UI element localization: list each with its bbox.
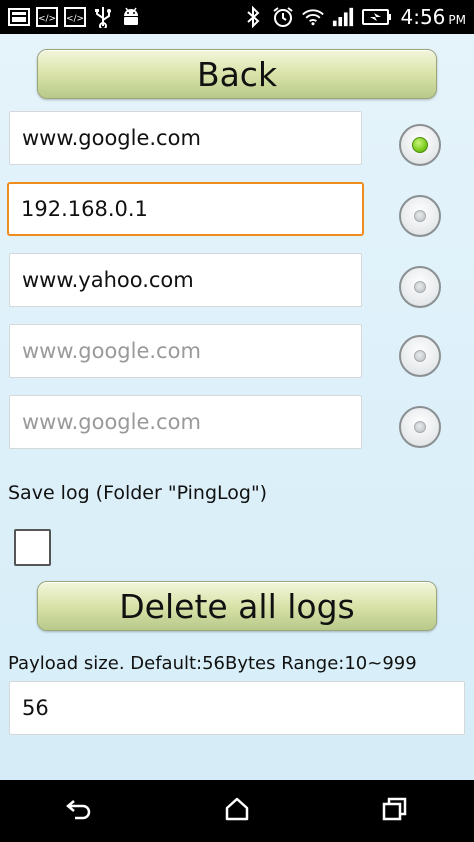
svg-text:</>: </> bbox=[38, 14, 56, 24]
gallery-icon bbox=[8, 6, 30, 28]
back-button[interactable]: Back bbox=[37, 49, 437, 99]
host-radio-2[interactable] bbox=[399, 195, 441, 237]
radio-dot bbox=[412, 137, 428, 153]
svg-text:</>: </> bbox=[66, 14, 84, 24]
host-radio-4[interactable] bbox=[399, 335, 441, 377]
payload-size-label: Payload size. Default:56Bytes Range:10~9… bbox=[8, 653, 417, 674]
home-icon bbox=[224, 797, 250, 825]
host-input-1[interactable] bbox=[9, 111, 362, 165]
usb-icon bbox=[92, 6, 114, 28]
host-input-5[interactable] bbox=[9, 395, 362, 449]
recents-icon bbox=[382, 797, 408, 825]
back-icon bbox=[65, 798, 93, 824]
status-ampm: PM bbox=[448, 13, 466, 27]
save-log-label: Save log (Folder "PingLog") bbox=[8, 482, 268, 504]
host-radio-3[interactable] bbox=[399, 266, 441, 308]
bluetooth-icon bbox=[242, 6, 264, 28]
navigation-bar bbox=[0, 780, 474, 842]
host-input-3[interactable] bbox=[9, 253, 362, 307]
radio-dot bbox=[414, 421, 426, 433]
status-time: 4:56 bbox=[400, 5, 446, 29]
radio-dot bbox=[414, 210, 426, 222]
wifi-icon bbox=[302, 6, 325, 28]
host-radio-1[interactable] bbox=[399, 124, 441, 166]
nav-back-button[interactable] bbox=[49, 786, 109, 836]
nav-home-button[interactable] bbox=[207, 786, 267, 836]
status-system: 4:56 PM bbox=[242, 5, 466, 29]
android-icon bbox=[120, 6, 142, 28]
host-radio-5[interactable] bbox=[399, 406, 441, 448]
alarm-icon bbox=[272, 6, 294, 28]
signal-icon bbox=[332, 6, 354, 28]
host-input-4[interactable] bbox=[9, 324, 362, 378]
host-input-2[interactable] bbox=[7, 182, 364, 236]
payload-size-input[interactable] bbox=[9, 681, 465, 735]
code-icon: </> bbox=[36, 6, 58, 28]
status-notifications: </> </> bbox=[8, 6, 142, 28]
battery-charging-icon bbox=[362, 6, 392, 28]
delete-all-logs-button[interactable]: Delete all logs bbox=[37, 581, 437, 631]
status-bar: </> </> 4:56 PM bbox=[0, 0, 474, 34]
save-log-checkbox[interactable] bbox=[14, 529, 51, 566]
radio-dot bbox=[414, 350, 426, 362]
nav-recents-button[interactable] bbox=[365, 786, 425, 836]
code-icon: </> bbox=[64, 6, 86, 28]
radio-dot bbox=[414, 281, 426, 293]
status-clock: 4:56 PM bbox=[400, 5, 466, 29]
